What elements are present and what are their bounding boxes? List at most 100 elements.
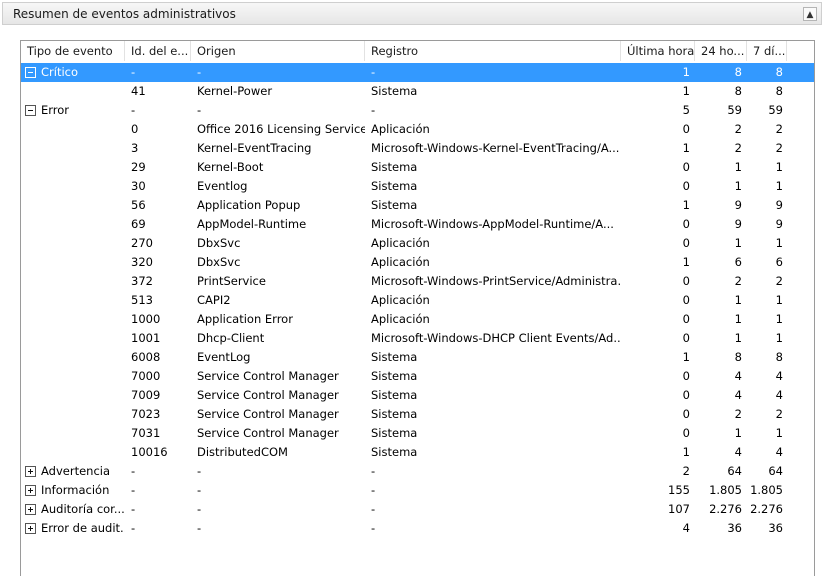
7d-cell: 2 [775,274,783,288]
7d-cell: 2 [775,141,783,155]
col-header-last-hour[interactable]: Última hora [621,41,695,61]
event-type-cell [41,234,125,253]
24h-cell: 1 [734,331,742,345]
table-row[interactable]: 30 Eventlog Sistema 0 1 1 [21,177,814,196]
last-hour-cell: 1 [682,65,690,79]
last-hour-cell: 0 [682,179,690,193]
7d-cell: 2 [775,407,783,421]
table-row[interactable]: 69 AppModel-Runtime Microsoft-Windows-AppM… [21,215,814,234]
event-id-cell: 7023 [131,407,161,421]
event-type-cell [41,291,125,310]
last-hour-cell: 0 [682,312,690,326]
event-type-cell [41,386,125,405]
table-row[interactable]: 10016 DistributedCOM Sistema 1 4 4 [21,443,814,462]
table-row[interactable]: 513 CAPI2 Aplicación 0 1 1 [21,291,814,310]
24h-cell: 6 [734,255,742,269]
event-type-cell: Error de audit... [41,521,125,535]
table-row[interactable]: 7000 Service Control Manager Sistema 0 4 4 [21,367,814,386]
last-hour-cell: 0 [682,236,690,250]
event-id-cell: - [131,502,136,516]
24h-cell: 4 [734,388,742,402]
log-cell: Sistema [371,160,418,174]
source-cell: Application Popup [197,198,301,212]
event-id-cell: - [131,483,136,497]
collapse-minus-icon[interactable] [25,105,36,116]
event-id-cell: 1001 [131,331,161,345]
col-header-log[interactable]: Registro [365,41,621,61]
col-header-event-id[interactable]: Id. del e... [125,41,191,61]
event-type-cell [41,405,125,424]
7d-cell: 1 [775,331,783,345]
expand-plus-icon[interactable] [25,466,36,477]
table-row[interactable]: 6008 EventLog Sistema 1 8 8 [21,348,814,367]
table-row[interactable]: 372 PrintService Microsoft-Windows-PrintSe… [21,272,814,291]
event-type-cell [41,253,125,272]
source-cell: - [197,483,202,497]
col-header-event-type[interactable]: Tipo de evento [21,41,125,61]
24h-cell: 1 [734,426,742,440]
table-row[interactable]: 1001 Dhcp-Client Microsoft-Windows-DHCP Cl… [21,329,814,348]
col-header-24-hours[interactable]: 24 ho... [695,41,747,61]
log-cell: Sistema [371,445,418,459]
log-cell: Sistema [371,179,418,193]
group-row[interactable]: Información - - - 155 1.805 1.805 [21,481,814,500]
event-type-cell [41,310,125,329]
table-row[interactable]: 1000 Application Error Aplicación 0 1 1 [21,310,814,329]
expand-plus-icon[interactable] [25,523,36,534]
event-id-cell: 372 [131,274,153,288]
7d-cell: 1 [775,312,783,326]
source-cell: Service Control Manager [197,388,339,402]
event-type-cell: Error [41,103,70,117]
log-cell: Microsoft-Windows-Kernel-EventTracing/A.… [371,141,620,155]
24h-cell: 8 [734,65,742,79]
panel-title: Resumen de eventos administrativos [13,7,236,21]
table-row[interactable]: 41 Kernel-Power Sistema 1 8 8 [21,82,814,101]
event-type-cell [41,120,125,139]
event-id-cell: 10016 [131,445,168,459]
table-row[interactable]: 7023 Service Control Manager Sistema 0 2 2 [21,405,814,424]
event-type-cell [41,272,125,291]
last-hour-cell: 0 [682,331,690,345]
source-cell: CAPI2 [197,293,231,307]
table-row[interactable]: 56 Application Popup Sistema 1 9 9 [21,196,814,215]
group-row[interactable]: Crítico - - - 1 8 8 [21,63,814,82]
7d-cell: 8 [775,350,783,364]
col-header-7-days[interactable]: 7 dí... [747,41,787,61]
expand-plus-icon[interactable] [25,504,36,515]
table-row[interactable]: 0 Office 2016 Licensing Service Aplicación… [21,120,814,139]
log-cell: Sistema [371,407,418,421]
source-cell: Kernel-EventTracing [197,141,312,155]
table-row[interactable]: 29 Kernel-Boot Sistema 0 1 1 [21,158,814,177]
panel-header: Resumen de eventos administrativos ▲ [2,2,822,25]
table-row[interactable]: 3 Kernel-EventTracing Microsoft-Windows-Ke… [21,139,814,158]
log-cell: - [371,103,376,117]
collapse-up-icon[interactable]: ▲ [803,7,817,21]
table-row[interactable]: 270 DbxSvc Aplicación 0 1 1 [21,234,814,253]
group-row[interactable]: Error de audit... - - -4 36 36 [21,519,814,538]
7d-cell: 1 [775,236,783,250]
table-row[interactable]: 7009 Service Control Manager Sistema 0 4 4 [21,386,814,405]
last-hour-cell: 0 [682,160,690,174]
event-type-cell [41,348,125,367]
group-row[interactable]: Auditoría cor... - - -107 2.276 2.276 [21,500,814,519]
group-row[interactable]: Error - - - 5 59 59 [21,101,814,120]
group-row[interactable]: Advertencia - - - 2 64 64 [21,462,814,481]
table-row[interactable]: 7031 Service Control Manager Sistema 0 1 1 [21,424,814,443]
log-cell: - [371,464,376,478]
last-hour-cell: 107 [668,502,690,516]
log-cell: - [371,521,376,535]
24h-cell: 64 [727,464,742,478]
collapse-minus-icon[interactable] [25,67,36,78]
log-cell: Microsoft-Windows-AppModel-Runtime/A... [371,217,614,231]
log-cell: Aplicación [371,293,430,307]
last-hour-cell: 4 [682,521,690,535]
source-cell: DistributedCOM [197,445,288,459]
7d-cell: 6 [775,255,783,269]
last-hour-cell: 0 [682,293,690,307]
7d-cell: 2.276 [750,502,783,516]
table-row[interactable]: 320 DbxSvc Aplicación 1 6 6 [21,253,814,272]
col-header-source[interactable]: Origen [191,41,365,61]
last-hour-cell: 155 [668,483,690,497]
source-cell: Eventlog [197,179,248,193]
expand-plus-icon[interactable] [25,485,36,496]
